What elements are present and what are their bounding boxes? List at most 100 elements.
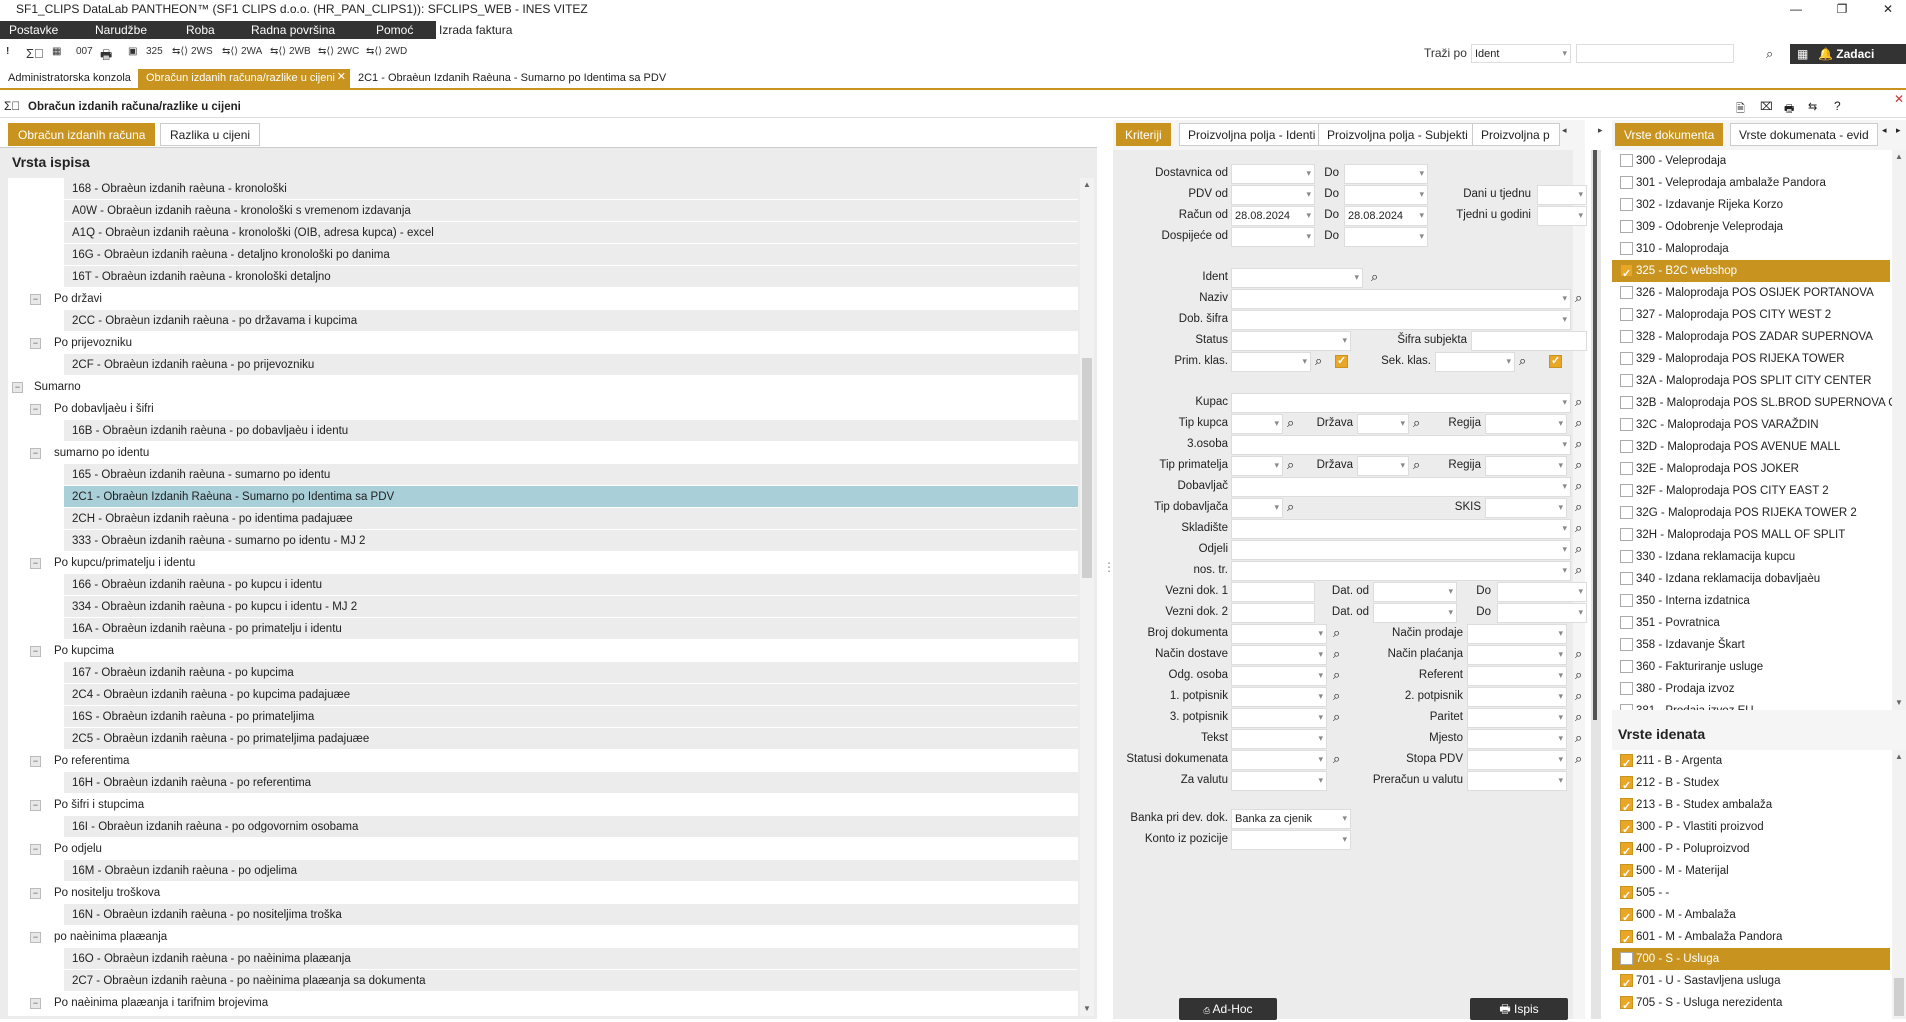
ident-type-item[interactable]: 211 - B - Argenta [1612, 750, 1890, 775]
doc-type-item[interactable]: 32G - Maloprodaja POS RIJEKA TOWER 2 [1612, 502, 1890, 524]
tab-prev-icon[interactable]: ◂ [1562, 125, 1567, 136]
report-item[interactable]: 2C1 - Obraèun Izdanih Raèuna - Sumarno p… [64, 486, 1078, 508]
checkbox[interactable] [1620, 863, 1633, 885]
vezni2-do[interactable] [1497, 603, 1587, 623]
checkbox[interactable] [1620, 550, 1633, 563]
dani-u-tjednu[interactable] [1537, 185, 1587, 205]
search-icon[interactable]: ⌕ [1519, 353, 1535, 369]
doc-scrollbar[interactable]: ▲ ▼ [1892, 150, 1906, 710]
potp3-field[interactable] [1231, 708, 1327, 728]
checkbox[interactable] [1620, 594, 1633, 607]
checkbox[interactable] [1620, 819, 1633, 841]
tab-polja-subjekti[interactable]: Proizvoljna polja - Subjekti [1318, 123, 1477, 146]
tab-polja-more[interactable]: Proizvoljna p [1472, 123, 1560, 146]
nacin-dostave-field[interactable] [1231, 645, 1327, 665]
doc-type-item[interactable]: 32H - Maloprodaja POS MALL OF SPLIT [1612, 524, 1890, 546]
ident-type-item[interactable]: 212 - B - Studex [1612, 772, 1890, 797]
collapse-icon[interactable]: − [30, 338, 41, 349]
naziv-field[interactable] [1231, 289, 1571, 309]
tab-polja-identi[interactable]: Proizvoljna polja - Identi [1179, 123, 1325, 146]
search-icon[interactable]: ⌕ [1575, 394, 1591, 410]
tip-kupca-field[interactable] [1231, 414, 1283, 434]
checkbox[interactable] [1620, 797, 1633, 819]
banka-field[interactable]: Banka za cjenik [1231, 809, 1351, 829]
checkbox[interactable] [1620, 660, 1633, 673]
doc-icon[interactable]: 🗎 [1736, 100, 1745, 119]
paritet-field[interactable] [1467, 708, 1567, 728]
checkbox[interactable] [1620, 484, 1633, 497]
report-item[interactable]: 166 - Obraèun izdanih raèuna - po kupcu … [64, 574, 1078, 596]
search-icon[interactable]: ⌕ [1575, 709, 1591, 725]
checkbox[interactable] [1620, 396, 1633, 409]
sek-klas-field[interactable] [1435, 352, 1515, 372]
menu-postavke[interactable]: Postavke [8, 23, 59, 37]
search-icon[interactable]: ⌕ [1575, 436, 1591, 452]
report-item[interactable]: 2CF - Obraèun izdanih raèuna - po prijev… [64, 354, 1078, 376]
report-item[interactable]: 334 - Obraèun izdanih raèuna - po kupcu … [64, 596, 1078, 618]
toolbar-button-2wb[interactable]: ⇆⟨⟩ 2WB [270, 46, 311, 57]
preracun-field[interactable] [1467, 771, 1567, 791]
report-item[interactable]: 16T - Obraèun izdanih raèuna - kronološk… [64, 266, 1078, 288]
ident-type-item[interactable]: 700 - S - Usluga [1612, 948, 1890, 970]
tjedni-u-godini[interactable] [1537, 206, 1587, 226]
doc-type-item[interactable]: 309 - Odobrenje Veleprodaja [1612, 216, 1890, 238]
nos-tr-field[interactable] [1231, 561, 1571, 581]
dobavljac-field[interactable] [1231, 477, 1571, 497]
ident-field[interactable] [1231, 268, 1363, 288]
collapse-icon[interactable]: − [30, 800, 41, 811]
form-scroll-thumb[interactable] [1593, 150, 1597, 720]
doc-type-item[interactable]: 310 - Maloprodaja [1612, 238, 1890, 260]
collapse-icon[interactable]: − [30, 998, 41, 1009]
checkbox[interactable] [1620, 704, 1633, 710]
checkbox[interactable] [1620, 885, 1633, 907]
tip-primatelja-field[interactable] [1231, 456, 1283, 476]
regija2-field[interactable] [1485, 456, 1567, 476]
tab-kriteriji[interactable]: Kriteriji [1116, 123, 1171, 146]
statusi-field[interactable] [1231, 750, 1327, 770]
collapse-icon[interactable]: − [30, 932, 41, 943]
nacin-placanja-field[interactable] [1467, 645, 1567, 665]
doc-type-item[interactable]: 300 - Veleprodaja [1612, 150, 1890, 172]
report-group[interactable]: − sumarno po identu [8, 442, 1078, 464]
tasks-button[interactable]: 🔔 Zadaci [1818, 47, 1874, 61]
odg-osoba-field[interactable] [1231, 666, 1327, 686]
tekst-field[interactable] [1231, 729, 1327, 749]
ident-type-item[interactable]: 601 - M - Ambalaža Pandora [1612, 926, 1890, 951]
search-icon[interactable]: ⌕ [1333, 709, 1349, 725]
doc-type-item[interactable]: 301 - Veleprodaja ambalaže Pandora [1612, 172, 1890, 194]
checkbox[interactable] [1620, 220, 1633, 233]
doc-scroll-up-icon[interactable]: ▲ [1895, 152, 1903, 161]
doc-type-item[interactable]: 380 - Prodaja izvoz [1612, 678, 1890, 700]
mjesto-field[interactable] [1467, 729, 1567, 749]
report-item[interactable]: 16A - Obraèun izdanih raèuna - po primat… [64, 618, 1078, 640]
menu-narudzbe[interactable]: Narudžbe [94, 23, 148, 37]
collapse-icon[interactable]: − [30, 888, 41, 899]
search-icon[interactable]: ⌕ [1575, 730, 1591, 746]
erase-icon[interactable]: ⌧ [1760, 100, 1773, 113]
checkbox[interactable] [1549, 354, 1562, 368]
checkbox[interactable] [1620, 952, 1633, 965]
report-group[interactable]: − Po prijevozniku [8, 332, 1078, 354]
checkbox[interactable] [1620, 330, 1633, 343]
search-icon[interactable]: ⌕ [1287, 457, 1303, 473]
vezni2-field[interactable] [1231, 603, 1315, 623]
search-icon[interactable]: ⌕ [1413, 415, 1429, 431]
tab-admin-console[interactable]: Administratorska konzola [0, 69, 139, 90]
doc-scroll-down-icon[interactable]: ▼ [1895, 698, 1903, 707]
checkbox[interactable] [1620, 753, 1633, 775]
ident-scrollbar[interactable]: ▲ [1892, 750, 1906, 1019]
search-icon[interactable]: ⌕ [1287, 415, 1303, 431]
toolbar-button-2wc[interactable]: ⇆⟨⟩ 2WC [318, 46, 359, 57]
report-group[interactable]: − Po odjelu [8, 838, 1078, 860]
search-icon[interactable]: ⌕ [1575, 290, 1591, 306]
checkbox[interactable] [1620, 352, 1633, 365]
report-item[interactable]: 2CC - Obraèun izdanih raèuna - po država… [64, 310, 1078, 332]
checkbox[interactable] [1620, 682, 1633, 695]
tab-next-icon[interactable]: ▸ [1598, 125, 1603, 136]
report-group[interactable]: − Po državi [8, 288, 1078, 310]
scroll-thumb[interactable] [1082, 358, 1092, 578]
report-item[interactable]: 16N - Obraèun izdanih raèuna - po nosite… [64, 904, 1078, 926]
doc-type-item[interactable]: 32C - Maloprodaja POS VARAŽDIN [1612, 414, 1890, 436]
broj-dok-field[interactable] [1231, 624, 1327, 644]
doc-type-item[interactable]: 360 - Fakturiranje usluge [1612, 656, 1890, 678]
